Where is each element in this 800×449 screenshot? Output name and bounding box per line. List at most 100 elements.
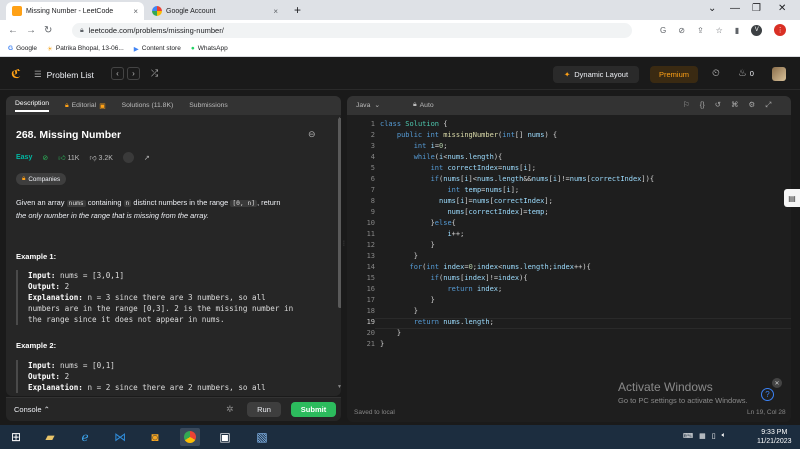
google-lens-icon[interactable]: G [660, 26, 666, 35]
tab-search-icon[interactable]: ⌄ [708, 3, 716, 14]
chrome-taskbar-icon[interactable] [180, 428, 200, 446]
desc-text: containing [85, 198, 124, 207]
taskbar-clock[interactable]: 9:33 PM 11/21/2023 [757, 428, 792, 446]
tab-solutions[interactable]: Solutions (11.8K) [122, 102, 174, 109]
bookmark-star-icon[interactable]: ☆ [716, 26, 723, 35]
example-1-heading: Example 1: [16, 252, 57, 261]
tab-title: Missing Number - LeetCode [26, 7, 114, 15]
network-icon[interactable]: ▦ [699, 432, 706, 440]
submit-button[interactable]: Submit [291, 402, 336, 417]
auto-mode-toggle[interactable]: 🔒︎ Auto [413, 101, 434, 109]
notes-icon[interactable]: ▤ [784, 189, 800, 207]
tab-description[interactable]: Description [15, 100, 49, 112]
problem-scrollbar[interactable] [338, 118, 341, 308]
next-problem-button[interactable]: › [127, 67, 140, 80]
bookmark-whatsapp[interactable]: ● WhatsApp [191, 45, 228, 52]
close-tab-icon[interactable]: × [133, 7, 138, 16]
tab-editorial-label: Editorial [71, 102, 97, 109]
timer-icon[interactable]: ⏲ [712, 68, 720, 79]
line-number: 12 [366, 241, 375, 249]
whatsapp-icon: ● [190, 45, 195, 52]
file-explorer-icon[interactable]: ▰ [40, 428, 60, 446]
console-label: Console [14, 405, 42, 414]
bookmark-label: Patrika Bhopal, 13-06... [55, 45, 124, 52]
help-icon[interactable]: ? [761, 388, 774, 401]
bookmark-icon[interactable]: ⚐ [683, 100, 690, 110]
vscode-icon[interactable]: ⋈ [110, 428, 130, 446]
thumbs-up-icon: 👍︎ [58, 155, 66, 162]
line-number: 6 [370, 175, 375, 183]
new-tab-button[interactable]: + [294, 3, 301, 17]
bookmark-google[interactable]: G Google [8, 45, 37, 52]
keyboard-icon[interactable]: ⌨ [683, 432, 693, 440]
chrome-menu-icon[interactable]: ⋮ [774, 24, 787, 36]
companies-tag[interactable]: 🔒︎ Companies [16, 173, 67, 185]
debug-icon[interactable]: ✲ [226, 404, 234, 415]
share-icon[interactable]: ⇪ [697, 26, 704, 35]
braces-icon[interactable]: {} [700, 100, 705, 110]
back-arrow-icon[interactable]: ← [8, 25, 18, 36]
example-2-block: Input: nums = [0,1] Output: 2 Explanatio… [16, 360, 326, 393]
intellij-icon[interactable]: ▣ [215, 428, 235, 446]
tab-leetcode[interactable]: Missing Number - LeetCode × [6, 2, 144, 20]
dislike-button[interactable]: 👎︎ 3.2K [89, 153, 112, 162]
internet-explorer-icon[interactable]: ℯ [75, 428, 95, 446]
prev-problem-button[interactable]: ‹ [111, 67, 124, 80]
shuffle-icon[interactable]: ⤮ [151, 68, 158, 79]
code-editor-text[interactable]: class Solution { public int missingNumbe… [380, 119, 654, 350]
problem-list-button[interactable]: ☰ Problem List [34, 69, 94, 80]
line-number: 9 [370, 208, 375, 216]
dynamic-layout-button[interactable]: ✦ Dynamic Layout [553, 66, 639, 83]
profile-avatar[interactable]: V [751, 24, 763, 36]
language-select[interactable]: Java ⌄ [356, 101, 380, 110]
forward-arrow-icon[interactable]: → [26, 25, 36, 36]
close-tab-icon[interactable]: × [273, 7, 278, 16]
star-toggle-icon[interactable] [122, 152, 134, 163]
explanation-label: Explanation: [28, 383, 83, 392]
windows-start-icon[interactable]: ⊞ [6, 428, 26, 446]
code-editor-panel: Java ⌄ 🔒︎ Auto ⚐ {} ↺ ⌘ ⚙ ⤢ 1 2 3 4 5 6 7 8 9 10 1… [347, 96, 791, 422]
volume-icon[interactable]: 🔈︎ [722, 432, 726, 440]
example-1-block: Input: nums = [3,0,1] Output: 2 Explanat… [16, 270, 326, 325]
line-number: 7 [370, 186, 375, 194]
dislike-count: 3.2K [98, 155, 113, 162]
fullscreen-icon[interactable]: ⤢ [765, 100, 771, 110]
reload-icon[interactable]: ↻ [44, 25, 52, 36]
difficulty-badge: Easy [16, 154, 33, 161]
side-panel-icon[interactable]: ▮ [735, 26, 739, 35]
settings-gear-icon[interactable]: ⚙ [749, 100, 756, 110]
restore-icon[interactable]: ❐ [752, 3, 761, 14]
premium-button[interactable]: Premium [650, 66, 698, 83]
share-link-icon[interactable]: ↗ [144, 154, 150, 162]
camera-app-icon[interactable]: ◙ [145, 428, 165, 446]
scroll-down-arrow-icon[interactable]: ▼ [337, 384, 341, 390]
tab-google-account[interactable]: Google Account × [146, 2, 284, 20]
line-number: 19 [366, 318, 375, 326]
url-bar[interactable]: 🔒︎ leetcode.com/problems/missing-number/ [72, 23, 632, 38]
bookmark-content-store[interactable]: ▶ Content store [134, 45, 181, 53]
run-button[interactable]: Run [247, 402, 281, 417]
hide-eye-icon[interactable]: ⊘ [678, 26, 685, 35]
shortcut-icon[interactable]: ⌘ [731, 100, 739, 110]
streak-counter[interactable]: ♨ 0 [738, 68, 754, 79]
sparkle-icon: ✦ [563, 70, 571, 79]
user-avatar[interactable] [772, 67, 786, 81]
window-close-icon[interactable]: ✕ [778, 3, 786, 14]
leetcode-logo-icon[interactable]: ℭ [11, 67, 21, 81]
bookmark-patrika[interactable]: ☀ Patrika Bhopal, 13-06... [47, 45, 124, 53]
problem-title: 268. Missing Number [16, 129, 122, 141]
like-button[interactable]: 👍︎ 11K [58, 153, 79, 162]
console-toggle[interactable]: Console ⌃ [14, 405, 50, 414]
tab-editorial[interactable]: 🔒︎ Editorial ▣ [65, 102, 106, 110]
line-number: 10 [366, 219, 375, 227]
inline-code: nums [66, 200, 86, 207]
lang-label: Java [356, 101, 371, 109]
more-options-icon[interactable]: ⊖ [308, 129, 316, 140]
battery-icon[interactable]: ▯ [712, 432, 716, 440]
reset-icon[interactable]: ↺ [715, 100, 721, 110]
tab-submissions[interactable]: Submissions [189, 102, 228, 109]
desc-text: distinct numbers in the range [131, 198, 231, 207]
minimize-icon[interactable]: — [730, 3, 740, 14]
photos-icon[interactable]: ▧ [252, 428, 272, 446]
close-icon[interactable]: ✕ [772, 378, 782, 388]
